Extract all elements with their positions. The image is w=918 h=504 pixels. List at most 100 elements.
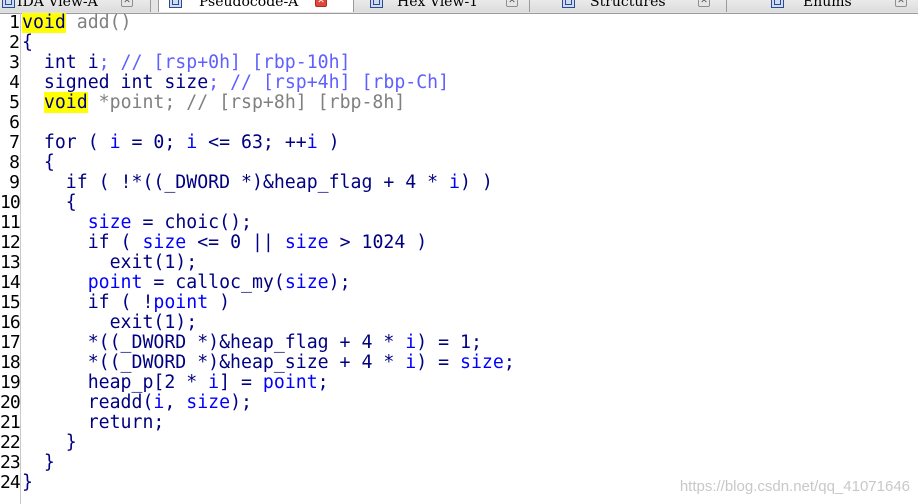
code-line[interactable]: { bbox=[22, 153, 515, 173]
code-token: add() bbox=[65, 13, 132, 33]
line-number: 13 bbox=[0, 252, 21, 273]
line-number: 11 bbox=[0, 212, 21, 233]
code-identifier: size bbox=[87, 212, 132, 233]
code-line[interactable]: } bbox=[22, 433, 515, 453]
code-line[interactable]: } bbox=[22, 473, 515, 493]
tab-pseudocode-a[interactable]: Pseudocode-A bbox=[158, 0, 354, 12]
line-number: 1 bbox=[9, 13, 20, 33]
code-token: int bbox=[22, 52, 88, 73]
code-line[interactable]: { bbox=[22, 33, 515, 53]
code-identifier: size bbox=[186, 392, 231, 413]
code-line[interactable]: void add() bbox=[22, 13, 515, 33]
highlighted-keyword: void bbox=[43, 92, 88, 113]
code-line[interactable]: heap_p[2 * i] = point; bbox=[22, 373, 515, 393]
code-identifier: i bbox=[306, 132, 318, 153]
code-token: = choic(); bbox=[131, 212, 252, 233]
code-line[interactable]: signed int size; // [rsp+4h] [rbp-Ch] bbox=[22, 73, 515, 93]
code-identifier: size bbox=[460, 352, 504, 373]
code-line[interactable]: point = calloc_my(size); bbox=[22, 273, 515, 293]
code-token: ); bbox=[328, 272, 351, 293]
code-token: if ( ! bbox=[22, 292, 154, 313]
code-line[interactable]: if ( !*((_DWORD *)&heap_flag + 4 * i) ) bbox=[22, 173, 515, 193]
tab-label: Hex View-1 bbox=[397, 0, 479, 10]
code-line[interactable]: size = choic(); bbox=[22, 213, 515, 233]
line-number: 10 bbox=[0, 192, 21, 213]
code-token: } bbox=[22, 452, 55, 473]
close-icon[interactable] bbox=[506, 0, 518, 7]
close-icon[interactable] bbox=[895, 0, 907, 7]
gutter-divider bbox=[20, 13, 21, 504]
code-line[interactable]: for ( i = 0; i <= 63; ++i ) bbox=[22, 133, 515, 153]
code-token: ) ) bbox=[460, 172, 493, 193]
code-token: ) bbox=[208, 292, 231, 313]
code-identifier: size bbox=[142, 232, 187, 253]
close-icon[interactable] bbox=[698, 0, 710, 7]
line-number: 7 bbox=[9, 132, 20, 153]
tab-structures[interactable]: Structures bbox=[530, 0, 727, 12]
line-number: 21 bbox=[0, 412, 21, 433]
code-token: heap_p[2 * bbox=[22, 372, 209, 393]
code-identifier: i bbox=[186, 132, 198, 153]
code-line[interactable]: } bbox=[22, 453, 515, 473]
code-line[interactable]: { bbox=[22, 193, 515, 213]
code-token: { bbox=[22, 152, 55, 173]
code-token: *((_DWORD *)&heap_flag + 4 * bbox=[22, 332, 406, 353]
line-number: 22 bbox=[0, 432, 21, 453]
code-line[interactable]: *((_DWORD *)&heap_size + 4 * i) = size; bbox=[22, 353, 515, 373]
code-identifier: point bbox=[262, 372, 318, 393]
line-number: 18 bbox=[0, 352, 21, 373]
code-token: ) bbox=[317, 132, 340, 153]
code-line[interactable]: int i; // [rsp+0h] [rbp-10h] bbox=[22, 53, 515, 73]
enums-icon bbox=[771, 0, 784, 8]
code-line[interactable]: exit(1); bbox=[22, 313, 515, 333]
code-token: } bbox=[22, 432, 77, 453]
code-line[interactable]: return; bbox=[22, 413, 515, 433]
line-number: 4 bbox=[9, 72, 20, 93]
code-identifier: point bbox=[87, 272, 143, 293]
code-identifier: point bbox=[153, 292, 209, 313]
tab-enums[interactable]: Enums bbox=[727, 0, 918, 12]
line-number: 8 bbox=[9, 152, 20, 173]
code-token: readd( bbox=[22, 392, 154, 413]
code-identifier: size bbox=[284, 232, 329, 253]
code-line[interactable]: void *point; // [rsp+8h] [rbp-8h] bbox=[22, 92, 515, 113]
line-number: 12 bbox=[0, 232, 21, 253]
code-line[interactable]: exit(1); bbox=[22, 253, 515, 273]
tab-ida-view-a[interactable]: IDA View-A bbox=[0, 0, 151, 12]
code-token: for ( bbox=[22, 132, 110, 153]
code-token: size bbox=[164, 72, 209, 93]
ida-view-icon bbox=[2, 0, 15, 8]
tab-label: Pseudocode-A bbox=[199, 0, 299, 10]
code-token: i bbox=[87, 52, 99, 73]
pseudocode-editor[interactable]: 1 2 3 4 5 6 7 8 9 10 11 12 13 14 15 16 17 18 19 20 21 22 23 24 … bbox=[0, 13, 918, 504]
close-icon[interactable] bbox=[315, 0, 327, 7]
code-token: ; bbox=[317, 372, 329, 393]
code-line[interactable]: if ( !point ) bbox=[22, 293, 515, 313]
line-number: 15 bbox=[0, 292, 21, 313]
code-line[interactable] bbox=[22, 113, 515, 133]
code-token: *((_DWORD *)&heap_size + 4 * bbox=[22, 352, 406, 373]
code-token: = 0; bbox=[120, 132, 187, 153]
code-identifier: i bbox=[405, 332, 417, 353]
code-line[interactable]: if ( size <= 0 || size > 1024 ) bbox=[22, 233, 515, 253]
code-identifier: i bbox=[405, 352, 417, 373]
hex-view-icon bbox=[370, 0, 383, 8]
code-token: ] = bbox=[219, 372, 263, 393]
code-identifier: i bbox=[153, 392, 165, 413]
tab-bar: IDA View-A Pseudocode-A Hex View-1 Struc… bbox=[0, 0, 918, 14]
code-view[interactable]: void add(){ int i; // [rsp+0h] [rbp-10h]… bbox=[22, 13, 515, 493]
line-number: 6 bbox=[9, 112, 20, 133]
code-token: ) = 1; bbox=[416, 332, 482, 353]
close-icon[interactable] bbox=[121, 0, 133, 7]
line-number: 19 bbox=[0, 372, 21, 393]
code-token: ); bbox=[230, 392, 252, 413]
line-number: 16 bbox=[0, 312, 21, 333]
code-line[interactable]: *((_DWORD *)&heap_flag + 4 * i) = 1; bbox=[22, 333, 515, 353]
code-token: *point; // [rsp+8h] [rbp-8h] bbox=[87, 92, 406, 113]
tab-hex-view-1[interactable]: Hex View-1 bbox=[354, 0, 530, 12]
tab-label: IDA View-A bbox=[17, 0, 98, 10]
code-line[interactable]: readd(i, size); bbox=[22, 393, 515, 413]
line-number: 23 bbox=[0, 452, 21, 473]
